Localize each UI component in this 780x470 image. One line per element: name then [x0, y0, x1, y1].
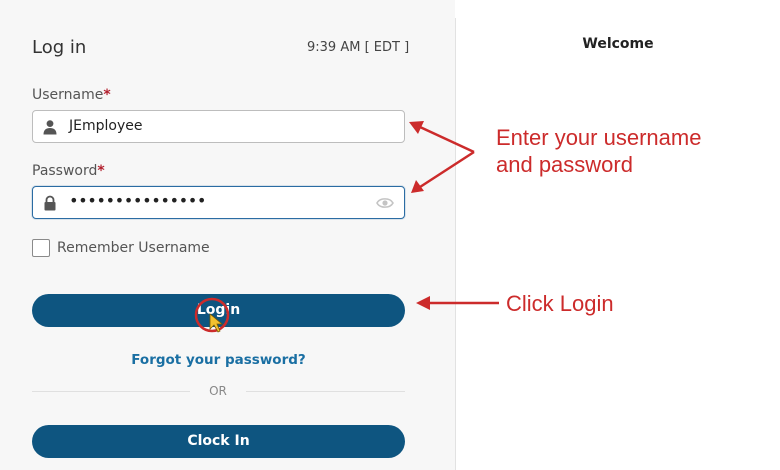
- user-icon: [43, 120, 57, 135]
- required-marker: *: [97, 163, 105, 179]
- username-value: JEmployee: [69, 118, 143, 134]
- welcome-heading: Welcome: [582, 36, 654, 52]
- lock-icon: [44, 195, 56, 211]
- instruction-line-2: and password: [496, 152, 633, 177]
- click-login-callout: Click Login: [506, 291, 614, 316]
- password-field[interactable]: •••••••••••••••: [32, 186, 405, 219]
- username-field[interactable]: JEmployee: [32, 110, 405, 143]
- show-password-eye-icon[interactable]: [376, 196, 394, 210]
- or-separator: OR: [209, 384, 227, 398]
- username-label: Username*: [32, 87, 111, 103]
- password-label: Password*: [32, 163, 105, 179]
- or-divider-right: [246, 391, 405, 392]
- current-time: 9:39 AM [ EDT ]: [307, 40, 410, 55]
- page-title: Log in: [32, 37, 87, 58]
- password-label-text: Password: [32, 163, 98, 179]
- required-marker: *: [103, 87, 111, 103]
- instruction-line-1: Enter your username: [496, 125, 702, 150]
- or-divider-left: [32, 391, 190, 392]
- login-screen: Log in 9:39 AM [ EDT ] Username* JEmploy…: [0, 0, 780, 470]
- login-button[interactable]: Login: [32, 294, 405, 327]
- username-label-text: Username: [32, 87, 104, 103]
- remember-username-checkbox[interactable]: [32, 239, 50, 257]
- forgot-password-link[interactable]: Forgot your password?: [32, 352, 405, 368]
- password-value: •••••••••••••••: [69, 191, 207, 210]
- instruction-callout: Enter your username and password: [496, 124, 701, 178]
- clock-in-button[interactable]: Clock In: [32, 425, 405, 458]
- panel-divider: [455, 18, 456, 470]
- login-panel: Log in 9:39 AM [ EDT ] Username* JEmploy…: [0, 0, 455, 470]
- remember-username-label[interactable]: Remember Username: [57, 240, 210, 256]
